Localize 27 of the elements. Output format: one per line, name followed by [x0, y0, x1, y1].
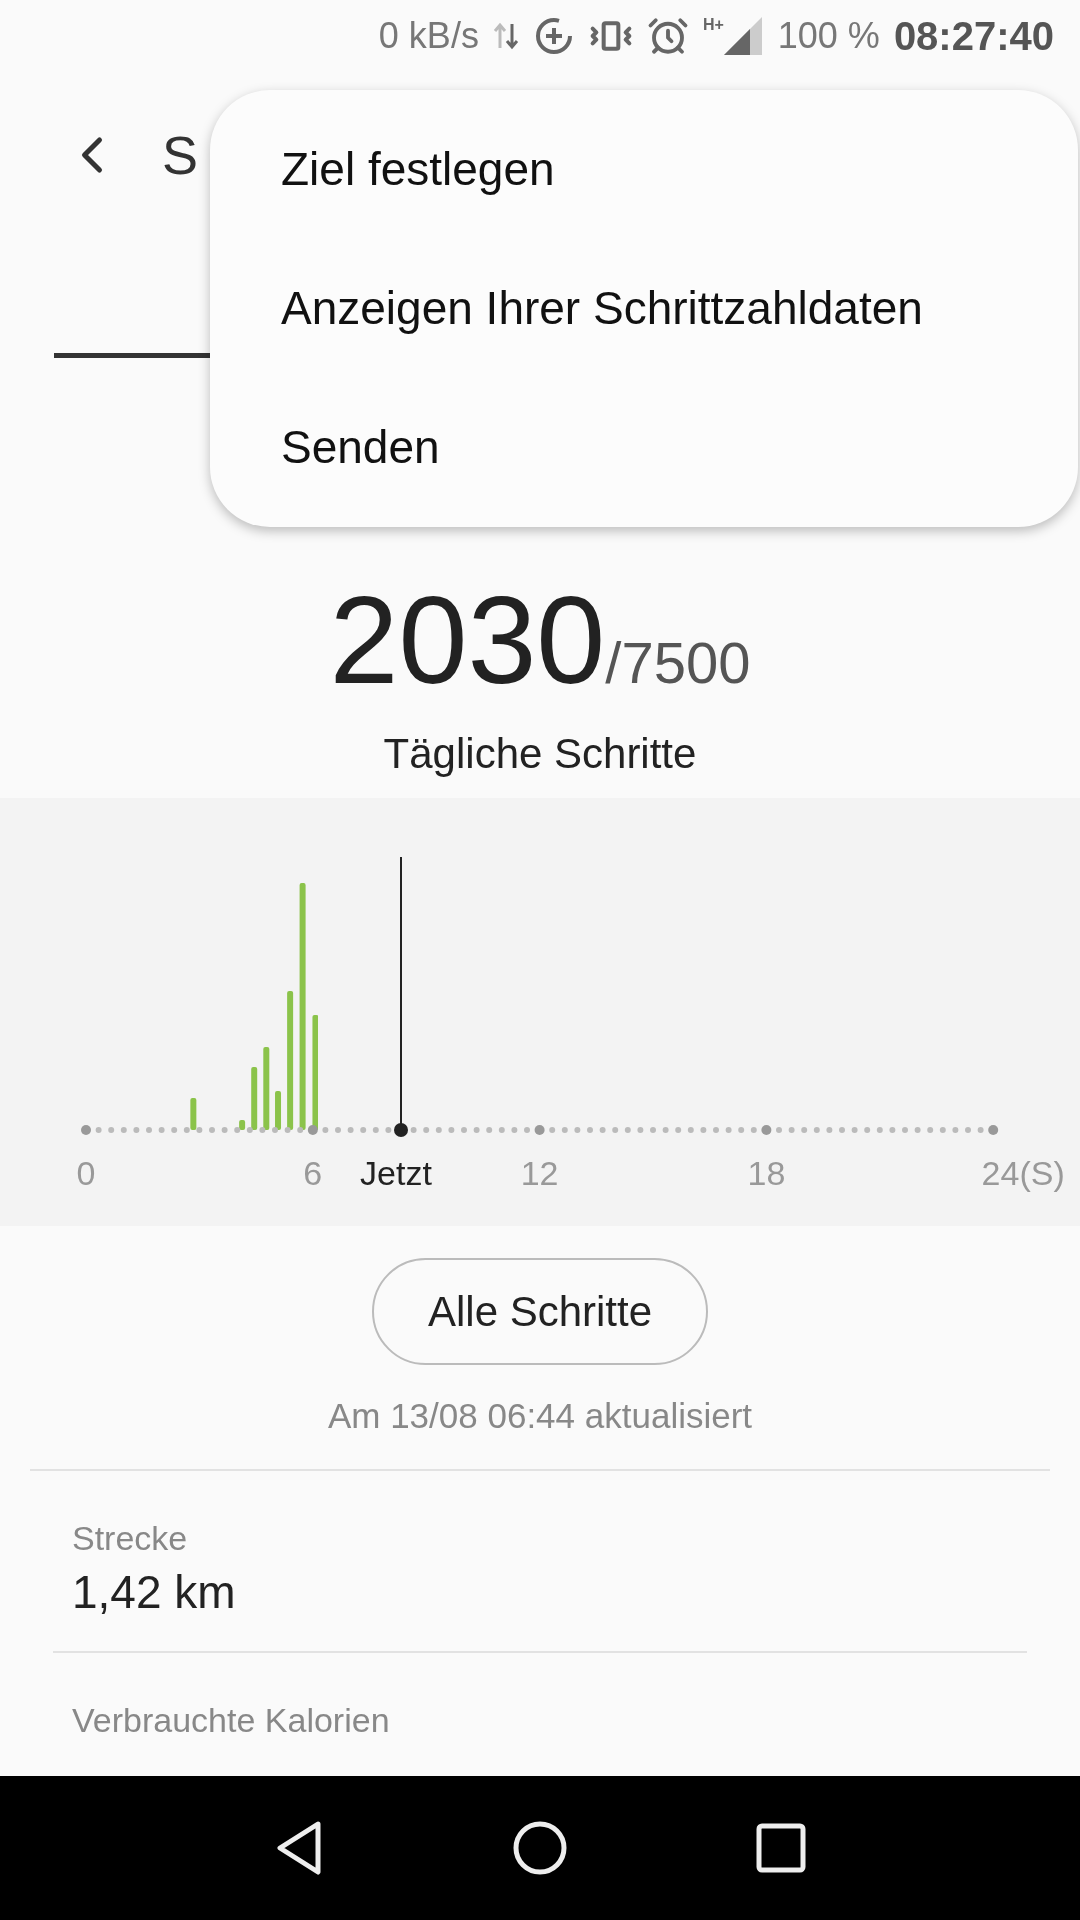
- axis-label: 0: [76, 1153, 96, 1194]
- network-speed: 0 kB/s: [378, 14, 479, 58]
- battery-level: 100 %: [777, 14, 880, 58]
- home-icon[interactable]: [512, 1820, 568, 1876]
- step-count: 2030: [329, 578, 606, 702]
- axis-label: 12: [520, 1153, 559, 1194]
- axis-label: 6: [303, 1153, 323, 1194]
- axis-label: 24(S): [981, 1153, 1065, 1194]
- all-steps-button[interactable]: Alle Schritte: [372, 1257, 708, 1365]
- stat-label: Strecke: [72, 1518, 189, 1559]
- recent-apps-icon[interactable]: [756, 1823, 806, 1873]
- menu-item[interactable]: Senden: [210, 378, 1078, 517]
- menu-item[interactable]: Ziel festlegen: [210, 100, 1078, 239]
- network-type: H+: [702, 17, 724, 33]
- signal-icon: [723, 17, 764, 55]
- steps-label: Tägliche Schritte: [383, 728, 697, 779]
- step-goal: /7500: [605, 634, 751, 692]
- axis-label: Jetzt: [360, 1153, 432, 1194]
- updated-timestamp: Am 13/08 06:44 aktualisiert: [327, 1394, 753, 1437]
- stat-value: 1,42 km: [72, 1564, 237, 1620]
- stat-label: Verbrauchte Kalorien: [72, 1700, 391, 1741]
- back-nav-icon[interactable]: [274, 1820, 324, 1876]
- clock: 08:27:40: [893, 13, 1054, 60]
- alarm-icon: [646, 15, 689, 57]
- menu-item[interactable]: Anzeigen Ihrer Schrittzahldaten: [210, 239, 1078, 378]
- page-title: S: [162, 123, 199, 187]
- axis-label: 18: [747, 1153, 786, 1194]
